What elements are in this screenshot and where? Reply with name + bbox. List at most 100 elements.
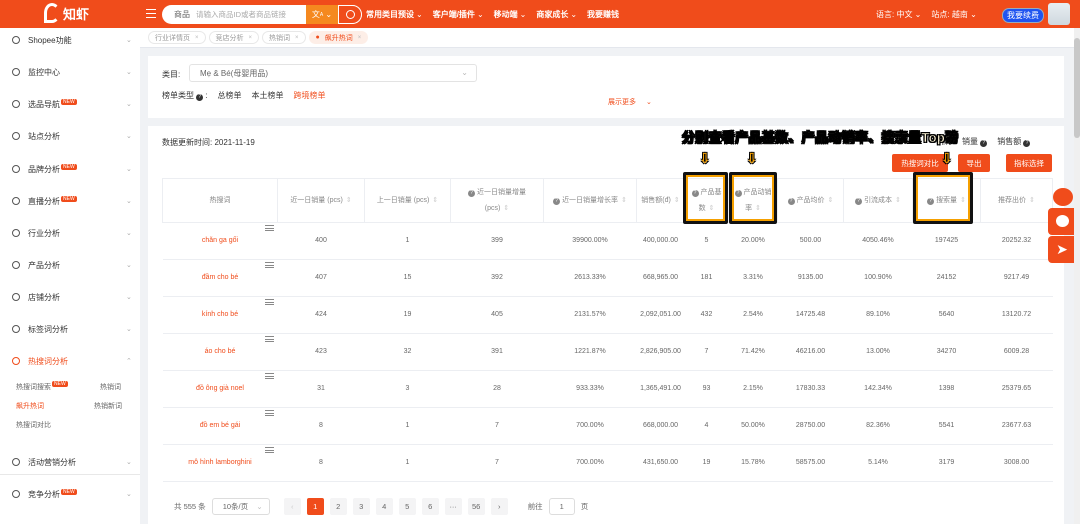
keyword-link[interactable]: chăn ga gối	[162, 222, 278, 260]
column-header[interactable]: ? 搜索量 ⇕	[912, 178, 981, 223]
keyword-link[interactable]: mô hình lamborghini	[162, 444, 278, 482]
nav-item[interactable]: 客户端/插件 ⌄	[433, 9, 484, 20]
drag-handle-icon[interactable]	[264, 373, 274, 379]
table-cell: 5541	[912, 407, 981, 445]
compare-hot-words-button[interactable]: 热搜词对比	[892, 154, 948, 172]
sidebar-item[interactable]: 选品导航 NEW ⌄	[0, 94, 140, 114]
keyword-link[interactable]: đồ em bé gái	[162, 407, 278, 445]
table-cell: 32	[364, 333, 451, 371]
drag-handle-icon[interactable]	[264, 410, 274, 416]
sidebar-subitem[interactable]: 热销新词	[94, 401, 122, 411]
translate-button[interactable]: 文A ⌄	[306, 5, 338, 24]
robot-assistant-icon[interactable]	[1053, 188, 1073, 206]
page-button[interactable]: 6	[421, 498, 439, 515]
column-header[interactable]: ? 近一日销量增长率 ⇕	[543, 178, 637, 223]
metric-select-button[interactable]: 指标选择	[1006, 154, 1052, 172]
sidebar-item[interactable]: 站点分析 ⌄	[0, 126, 140, 146]
show-more-link[interactable]: 展示更多 ⌄	[608, 97, 652, 107]
column-header[interactable]: ? 近一日销量增量 (pcs) ⇕	[450, 178, 544, 223]
tab-hot-selling-words[interactable]: 热销词 ×	[262, 31, 306, 44]
page-button[interactable]: 56	[467, 498, 485, 515]
drag-handle-icon[interactable]	[264, 262, 274, 268]
table-cell: 50.00%	[728, 407, 778, 445]
table-row: chăn ga gối 400 1 399 39900.00% 400,000.00 5 20…	[162, 222, 1053, 260]
column-header[interactable]: 近一日销量 (pcs) ⇕	[277, 178, 365, 223]
site-select[interactable]: 站点: 越南 ⌄	[931, 9, 976, 20]
column-header[interactable]: 销售额(đ) ⇕	[636, 178, 685, 223]
column-header[interactable]: ? 引流成本 ⇕	[843, 178, 913, 223]
search-input[interactable]: 请输入商品ID或者商品链接	[196, 9, 306, 20]
column-header[interactable]: 上一日销量 (pcs) ⇕	[364, 178, 451, 223]
sort-icon: ⇕	[960, 196, 966, 204]
keyword-link[interactable]: kính cho bé	[162, 296, 278, 334]
column-header[interactable]: 推荐出价 ⇕	[980, 178, 1053, 223]
sidebar-item[interactable]: 产品分析 ⌄	[0, 255, 140, 275]
keyword-link[interactable]: đầm cho bé	[162, 259, 278, 297]
sidebar-item[interactable]: 店铺分析 ⌄	[0, 287, 140, 307]
page-button[interactable]: 3	[352, 498, 370, 515]
search-category-select[interactable]: 商品	[162, 9, 196, 20]
sort-by-revenue[interactable]: 销售额 ?	[997, 136, 1032, 147]
arrow-down-icon: ⇩	[746, 150, 758, 166]
sidebar-item[interactable]: 标签词分析 ⌄	[0, 319, 140, 339]
page-button[interactable]: ···	[444, 498, 462, 515]
drag-handle-icon[interactable]	[264, 225, 274, 231]
menu-toggle-icon[interactable]	[146, 9, 156, 18]
avatar[interactable]	[1048, 3, 1070, 25]
export-button[interactable]: 导出	[958, 154, 990, 172]
table-cell: 3.31%	[728, 259, 778, 297]
keyword-link[interactable]: áo cho bé	[162, 333, 278, 371]
shrimp-logo-icon	[44, 3, 60, 23]
prev-page-button[interactable]: ‹	[283, 498, 301, 515]
sidebar-item[interactable]: Shopee功能 ⌄	[0, 30, 140, 50]
sidebar-item[interactable]: 活动营销分析 ⌄	[0, 452, 140, 472]
sidebar-item[interactable]: 行业分析 ⌄	[0, 223, 140, 243]
renew-button[interactable]: 我要续费	[1002, 8, 1044, 23]
column-header[interactable]: ? 产品均价 ⇕	[777, 178, 844, 223]
language-select[interactable]: 语言: 中文 ⌄	[876, 9, 921, 20]
goto-page-input[interactable]: 1	[548, 498, 575, 515]
page-size-select[interactable]: 10条/页 ⌄	[211, 498, 270, 515]
tab-rising-hot-words[interactable]: ● 飙升热词 ×	[308, 31, 369, 44]
category-select[interactable]: Mẹ & Bé(母婴用品) ⌄	[189, 64, 477, 82]
sidebar-subitem[interactable]: 热销词	[100, 382, 121, 392]
search-button[interactable]	[338, 5, 362, 24]
nav-item[interactable]: 移动端 ⌄	[494, 9, 527, 20]
keyword-link[interactable]: đồ ông già noel	[162, 370, 278, 408]
sidebar-item[interactable]: 直播分析 NEW ⌄	[0, 191, 140, 211]
sidebar-item[interactable]: 热搜词分析 ⌃	[0, 351, 140, 371]
page-button[interactable]: 4	[375, 498, 393, 515]
page-scrollbar[interactable]	[1074, 28, 1080, 524]
rank-type-cross-border[interactable]: 跨境榜单	[293, 90, 325, 101]
column-header[interactable]: ? 产品基数 ⇕	[684, 178, 729, 223]
rank-type-local[interactable]: 本土榜单	[251, 90, 283, 101]
drag-handle-icon[interactable]	[264, 447, 274, 453]
nav-item[interactable]: 我要赚钱	[587, 9, 619, 20]
rank-type-total[interactable]: 总榜单	[217, 90, 241, 101]
logo[interactable]: 知虾	[44, 3, 89, 23]
tab-competitor-shop[interactable]: 竞店分析 ×	[208, 31, 260, 44]
next-page-button[interactable]: ›	[490, 498, 508, 515]
table-cell: 391	[450, 333, 544, 371]
sidebar-item[interactable]: 监控中心 ⌄	[0, 62, 140, 82]
drag-handle-icon[interactable]	[264, 336, 274, 342]
sidebar-item[interactable]: 品牌分析 NEW ⌄	[0, 159, 140, 179]
customer-service-button[interactable]	[1048, 208, 1076, 235]
sort-by-sales[interactable]: 销量 ?	[962, 136, 989, 147]
nav-item[interactable]: 商家成长 ⌄	[536, 9, 577, 20]
nav-item[interactable]: 常用类目预设 ⌄	[366, 9, 423, 20]
column-header[interactable]: ? 产品动销率 ⇕	[728, 178, 778, 223]
table-cell: 400	[277, 222, 365, 260]
page-button[interactable]: 2	[329, 498, 347, 515]
sidebar-subitem[interactable]: 飙升热词	[16, 401, 44, 411]
sidebar-item[interactable]: 竞争分析 NEW ⌄	[0, 484, 140, 504]
table-cell: 423	[277, 333, 365, 371]
drag-handle-icon[interactable]	[264, 299, 274, 305]
sidebar-subitem[interactable]: 热搜词对比	[16, 420, 51, 430]
tab-industry-detail[interactable]: 行业详情页 ×	[148, 31, 206, 44]
page-button[interactable]: 1	[306, 498, 324, 515]
sidebar-subitem[interactable]: 热搜词搜索 NEW	[16, 381, 68, 392]
send-feedback-button[interactable]: ➤	[1048, 236, 1076, 263]
sort-icon: ⇕	[755, 204, 761, 212]
page-button[interactable]: 5	[398, 498, 416, 515]
